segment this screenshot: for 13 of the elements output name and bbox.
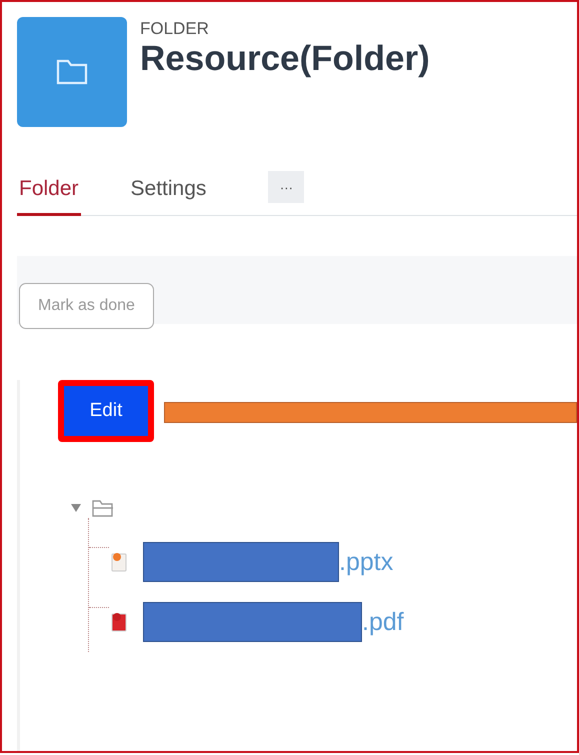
folder-icon <box>91 498 115 518</box>
tab[interactable]: Folder <box>17 166 81 216</box>
page-type-label: FOLDER <box>140 19 210 39</box>
edit-button[interactable]: Edit <box>64 386 148 436</box>
folder-icon <box>56 59 88 85</box>
more-button[interactable]: ··· <box>268 171 304 203</box>
page-title: Resource(Folder) <box>140 39 430 79</box>
file-extension: .pptx <box>339 548 394 576</box>
file-icon <box>111 552 127 572</box>
expand-triangle-icon[interactable] <box>71 504 81 512</box>
tab[interactable]: Settings <box>128 166 208 216</box>
file-extension: .pdf <box>362 608 404 636</box>
file-icon <box>111 612 127 632</box>
